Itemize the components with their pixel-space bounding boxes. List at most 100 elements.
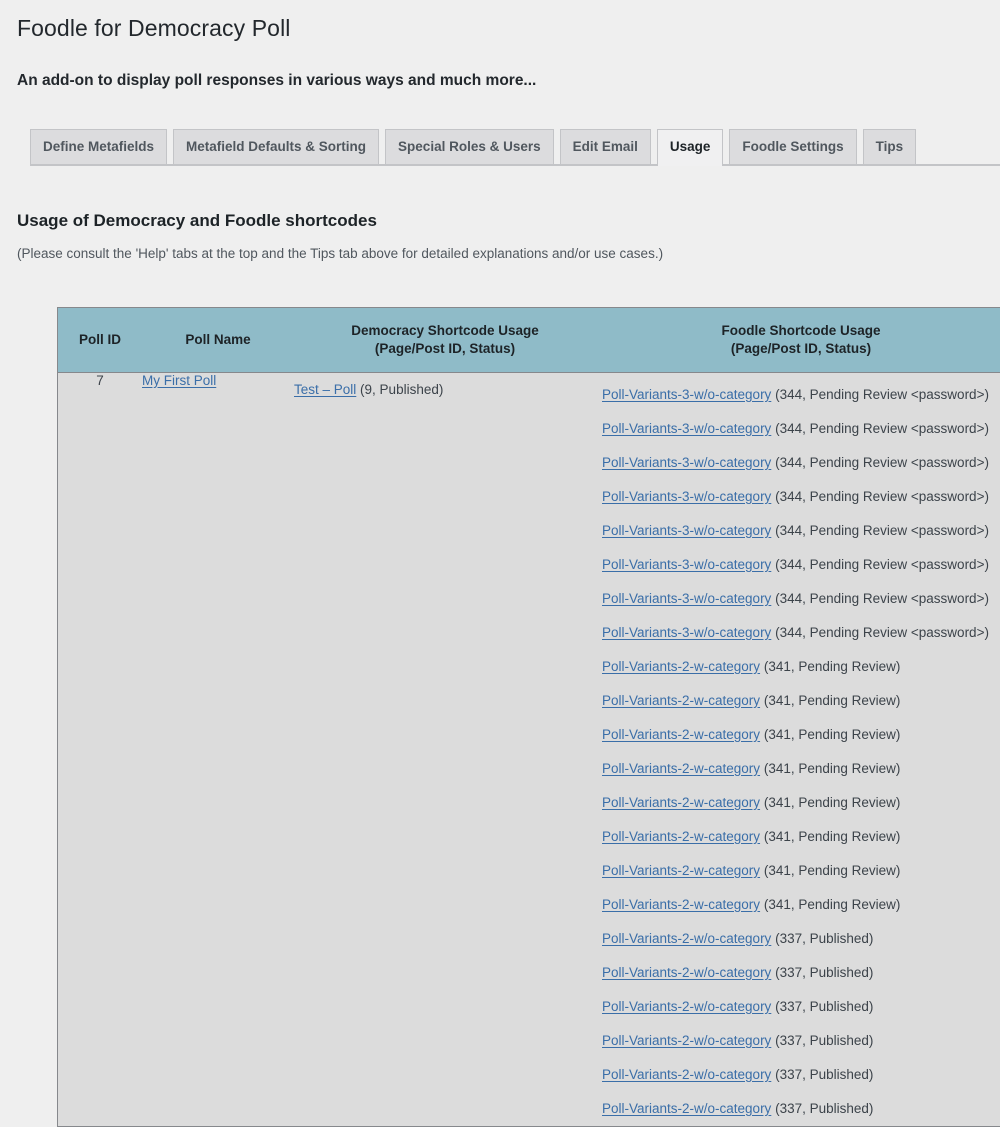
foodle-shortcode-entry: Poll-Variants-2-w-category (341, Pending… [596, 888, 1000, 922]
foodle-shortcode-meta: (344, Pending Review <password>) [775, 591, 989, 606]
foodle-shortcode-meta: (337, Published) [775, 1067, 873, 1082]
foodle-shortcode-link[interactable]: Poll-Variants-2-w/o-category [602, 999, 771, 1014]
foodle-shortcode-link[interactable]: Poll-Variants-2-w/o-category [602, 965, 771, 980]
foodle-shortcode-meta: (337, Published) [775, 1033, 873, 1048]
usage-table-container: Poll ID Poll Name Democracy Shortcode Us… [57, 307, 959, 1127]
foodle-shortcode-meta: (344, Pending Review <password>) [775, 625, 989, 640]
page-title: Foodle for Democracy Poll [17, 14, 291, 44]
foodle-shortcode-entry: Poll-Variants-3-w/o-category (344, Pendi… [596, 446, 1000, 480]
democracy-shortcode-link[interactable]: Test – Poll [294, 382, 356, 397]
foodle-shortcode-meta: (344, Pending Review <password>) [775, 523, 989, 538]
foodle-shortcode-entry: Poll-Variants-2-w/o-category (337, Publi… [596, 990, 1000, 1024]
tab-tips[interactable]: Tips [863, 129, 917, 165]
usage-table-head: Poll ID Poll Name Democracy Shortcode Us… [58, 308, 1000, 373]
column-header-poll-id: Poll ID [58, 308, 143, 373]
foodle-shortcode-meta: (344, Pending Review <password>) [775, 489, 989, 504]
column-header-democracy-shortcode-usage: Democracy Shortcode Usage (Page/Post ID,… [294, 308, 596, 373]
foodle-shortcode-list: Poll-Variants-3-w/o-category (344, Pendi… [596, 378, 1000, 1126]
foodle-shortcode-entry: Poll-Variants-2-w/o-category (337, Publi… [596, 922, 1000, 956]
cell-poll-id: 7 [58, 372, 143, 1126]
foodle-shortcode-meta: (344, Pending Review <password>) [775, 387, 989, 402]
foodle-shortcode-meta: (341, Pending Review) [764, 829, 901, 844]
foodle-shortcode-link[interactable]: Poll-Variants-2-w-category [602, 829, 760, 844]
foodle-shortcode-link[interactable]: Poll-Variants-3-w/o-category [602, 557, 771, 572]
foodle-shortcode-meta: (341, Pending Review) [764, 897, 901, 912]
foodle-shortcode-link[interactable]: Poll-Variants-2-w/o-category [602, 1067, 771, 1082]
foodle-shortcode-meta: (337, Published) [775, 999, 873, 1014]
section-heading: Usage of Democracy and Foodle shortcodes [17, 211, 377, 231]
foodle-shortcode-meta: (344, Pending Review <password>) [775, 455, 989, 470]
foodle-shortcode-entry: Poll-Variants-2-w/o-category (337, Publi… [596, 1024, 1000, 1058]
foodle-shortcode-entry: Poll-Variants-2-w-category (341, Pending… [596, 820, 1000, 854]
foodle-shortcode-meta: (337, Published) [775, 1101, 873, 1116]
column-header-democracy-line1: Democracy Shortcode Usage [351, 323, 539, 338]
tab-strip: Define MetafieldsMetafield Defaults & So… [0, 128, 1000, 166]
foodle-shortcode-link[interactable]: Poll-Variants-2-w-category [602, 795, 760, 810]
column-header-democracy-line2: (Page/Post ID, Status) [375, 341, 515, 356]
foodle-shortcode-link[interactable]: Poll-Variants-3-w/o-category [602, 455, 771, 470]
foodle-shortcode-link[interactable]: Poll-Variants-2-w-category [602, 659, 760, 674]
democracy-entry: Test – Poll (9, Published) [294, 382, 443, 397]
foodle-shortcode-link[interactable]: Poll-Variants-3-w/o-category [602, 591, 771, 606]
foodle-shortcode-entry: Poll-Variants-3-w/o-category (344, Pendi… [596, 548, 1000, 582]
foodle-shortcode-meta: (344, Pending Review <password>) [775, 557, 989, 572]
foodle-shortcode-link[interactable]: Poll-Variants-3-w/o-category [602, 523, 771, 538]
tab-usage[interactable]: Usage [657, 129, 724, 167]
foodle-shortcode-link[interactable]: Poll-Variants-2-w-category [602, 863, 760, 878]
foodle-shortcode-entry: Poll-Variants-2-w-category (341, Pending… [596, 718, 1000, 752]
foodle-shortcode-link[interactable]: Poll-Variants-3-w/o-category [602, 421, 771, 436]
foodle-shortcode-entry: Poll-Variants-2-w-category (341, Pending… [596, 752, 1000, 786]
column-header-poll-name: Poll Name [142, 308, 294, 373]
tab-list: Define MetafieldsMetafield Defaults & So… [30, 129, 916, 165]
foodle-shortcode-link[interactable]: Poll-Variants-2-w/o-category [602, 1033, 771, 1048]
foodle-shortcode-link[interactable]: Poll-Variants-2-w-category [602, 727, 760, 742]
foodle-shortcode-link[interactable]: Poll-Variants-2-w-category [602, 761, 760, 776]
foodle-shortcode-link[interactable]: Poll-Variants-2-w-category [602, 693, 760, 708]
cell-democracy-shortcode-usage: Test – Poll (9, Published) [294, 372, 596, 1126]
foodle-shortcode-meta: (337, Published) [775, 965, 873, 980]
foodle-shortcode-entry: Poll-Variants-3-w/o-category (344, Pendi… [596, 582, 1000, 616]
foodle-shortcode-meta: (341, Pending Review) [764, 693, 901, 708]
foodle-shortcode-link[interactable]: Poll-Variants-2-w/o-category [602, 931, 771, 946]
democracy-shortcode-meta: (9, Published) [360, 382, 443, 397]
table-header-row: Poll ID Poll Name Democracy Shortcode Us… [58, 308, 1000, 373]
tab-special-roles-users[interactable]: Special Roles & Users [385, 129, 554, 165]
foodle-shortcode-link[interactable]: Poll-Variants-3-w/o-category [602, 387, 771, 402]
table-row: 7 My First Poll Test – Poll (9, Publishe… [58, 372, 1000, 1126]
foodle-shortcode-entry: Poll-Variants-2-w-category (341, Pending… [596, 684, 1000, 718]
foodle-shortcode-entry: Poll-Variants-3-w/o-category (344, Pendi… [596, 412, 1000, 446]
foodle-shortcode-entry: Poll-Variants-2-w-category (341, Pending… [596, 854, 1000, 888]
column-header-foodle-shortcode-usage: Foodle Shortcode Usage (Page/Post ID, St… [596, 308, 1000, 373]
foodle-shortcode-entry: Poll-Variants-2-w-category (341, Pending… [596, 650, 1000, 684]
cell-foodle-shortcode-usage: Poll-Variants-3-w/o-category (344, Pendi… [596, 372, 1000, 1126]
usage-table: Poll ID Poll Name Democracy Shortcode Us… [57, 307, 1000, 1127]
foodle-shortcode-entry: Poll-Variants-2-w/o-category (337, Publi… [596, 956, 1000, 990]
usage-table-body: 7 My First Poll Test – Poll (9, Publishe… [58, 372, 1000, 1126]
foodle-shortcode-meta: (341, Pending Review) [764, 727, 901, 742]
tab-foodle-settings[interactable]: Foodle Settings [729, 129, 856, 165]
section-note: (Please consult the 'Help' tabs at the t… [17, 246, 663, 261]
foodle-shortcode-link[interactable]: Poll-Variants-3-w/o-category [602, 625, 771, 640]
foodle-shortcode-entry: Poll-Variants-3-w/o-category (344, Pendi… [596, 480, 1000, 514]
page-subtitle: An add-on to display poll responses in v… [17, 72, 536, 90]
foodle-shortcode-entry: Poll-Variants-3-w/o-category (344, Pendi… [596, 514, 1000, 548]
foodle-shortcode-meta: (341, Pending Review) [764, 863, 901, 878]
foodle-shortcode-entry: Poll-Variants-2-w/o-category (337, Publi… [596, 1058, 1000, 1092]
column-header-foodle-line2: (Page/Post ID, Status) [731, 341, 871, 356]
foodle-shortcode-link[interactable]: Poll-Variants-2-w-category [602, 897, 760, 912]
foodle-shortcode-meta: (341, Pending Review) [764, 795, 901, 810]
tab-metafield-defaults-sorting[interactable]: Metafield Defaults & Sorting [173, 129, 379, 165]
cell-poll-name: My First Poll [142, 372, 294, 1126]
foodle-shortcode-meta: (337, Published) [775, 931, 873, 946]
poll-name-link[interactable]: My First Poll [142, 373, 216, 388]
tab-edit-email[interactable]: Edit Email [560, 129, 651, 165]
tab-strip-underline [30, 164, 1000, 166]
tab-define-metafields[interactable]: Define Metafields [30, 129, 167, 165]
foodle-shortcode-entry: Poll-Variants-2-w-category (341, Pending… [596, 786, 1000, 820]
foodle-shortcode-meta: (341, Pending Review) [764, 659, 901, 674]
foodle-shortcode-entry: Poll-Variants-2-w/o-category (337, Publi… [596, 1092, 1000, 1126]
foodle-shortcode-link[interactable]: Poll-Variants-3-w/o-category [602, 489, 771, 504]
foodle-shortcode-link[interactable]: Poll-Variants-2-w/o-category [602, 1101, 771, 1116]
foodle-shortcode-meta: (344, Pending Review <password>) [775, 421, 989, 436]
foodle-shortcode-entry: Poll-Variants-3-w/o-category (344, Pendi… [596, 378, 1000, 412]
